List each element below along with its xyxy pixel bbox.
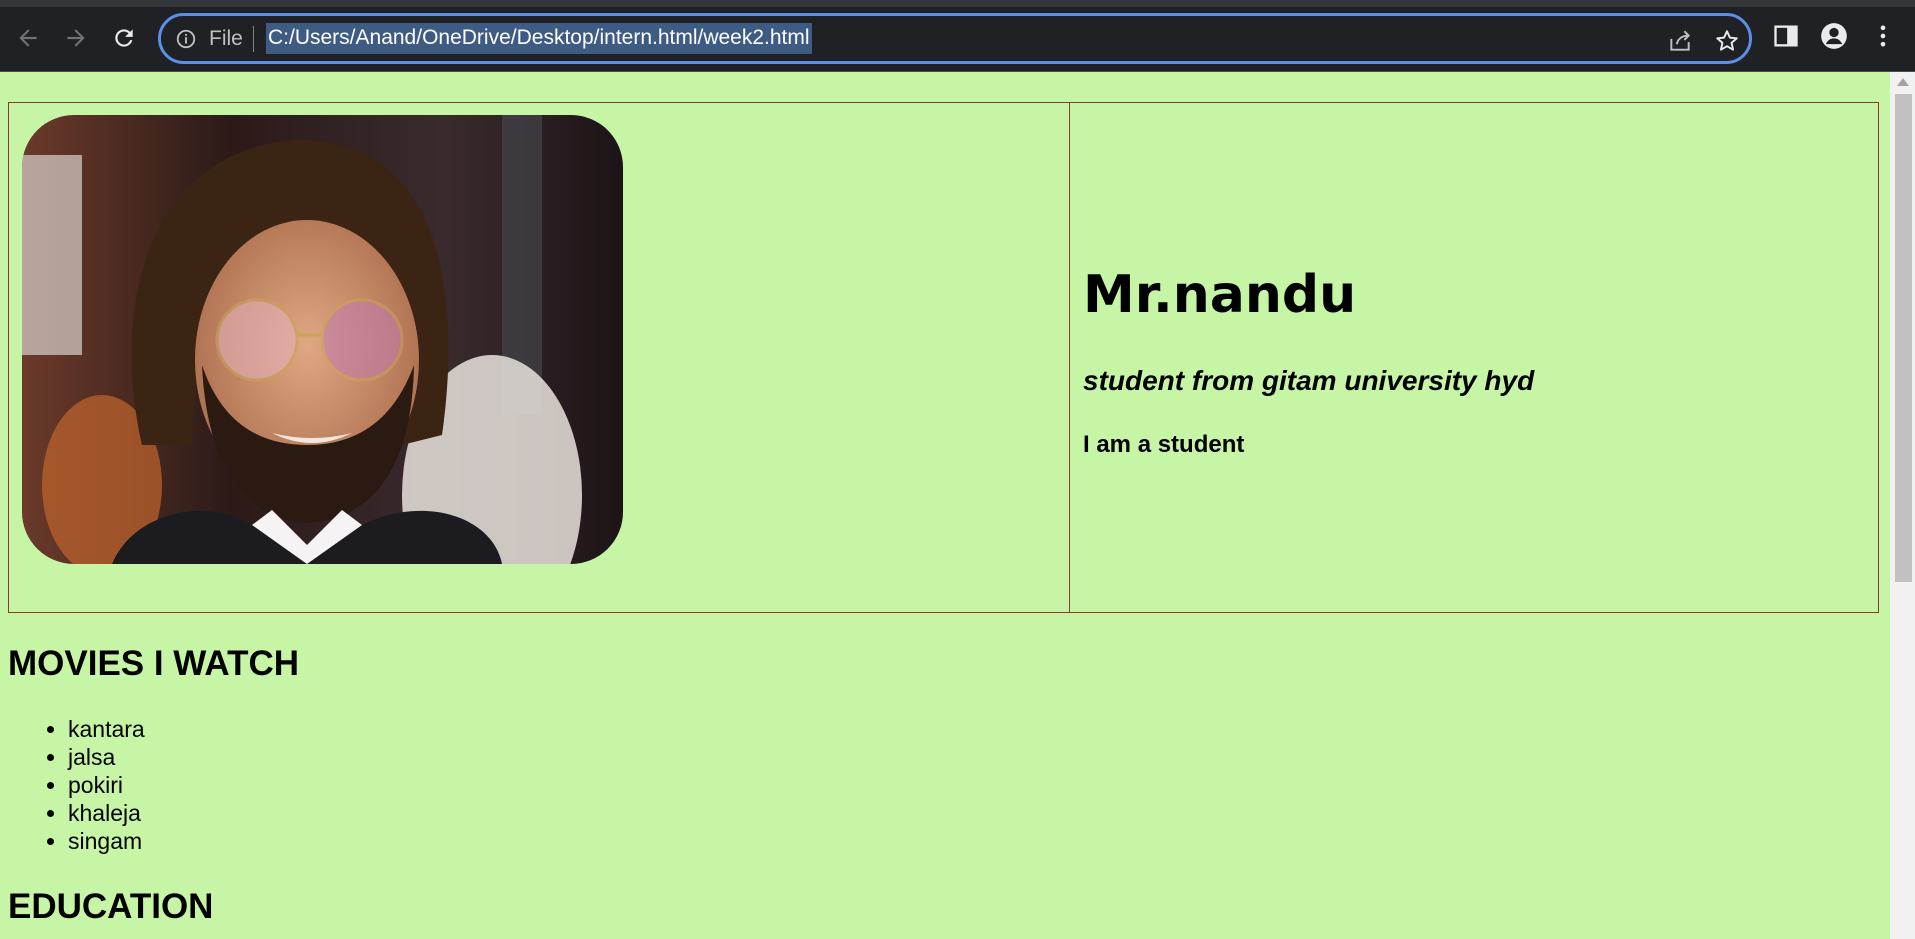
movies-list: kantara jalsa pokiri khaleja singam xyxy=(68,715,145,855)
profile-name: Mr.nandu xyxy=(1083,265,1357,325)
photo-cell xyxy=(9,103,1070,612)
more-menu-icon[interactable] xyxy=(1869,22,1897,50)
page-content: Mr.nandu student from gitam university h… xyxy=(0,72,1890,939)
arrow-right-icon xyxy=(67,29,85,47)
file-scheme-label: File xyxy=(209,27,243,50)
scroll-up-icon[interactable] xyxy=(1897,78,1909,86)
list-item: kantara xyxy=(68,715,145,743)
url-text[interactable]: C:/Users/Anand/OneDrive/Desktop/intern.h… xyxy=(266,23,812,54)
vertical-scrollbar[interactable] xyxy=(1890,72,1915,939)
scroll-thumb[interactable] xyxy=(1895,94,1912,582)
profile-avatar-icon[interactable] xyxy=(1820,22,1848,50)
reload-button[interactable] xyxy=(106,20,142,56)
arrow-left-icon xyxy=(19,29,37,47)
list-item: jalsa xyxy=(68,743,145,771)
info-cell: Mr.nandu student from gitam university h… xyxy=(1071,103,1878,612)
movies-heading: MOVIES I WATCH xyxy=(8,644,300,683)
side-panel-icon[interactable] xyxy=(1772,22,1800,50)
list-item: pokiri xyxy=(68,771,145,799)
reload-icon xyxy=(115,29,133,47)
back-button[interactable] xyxy=(10,20,46,56)
education-heading: EDUCATION xyxy=(8,887,214,926)
omnibox-divider xyxy=(253,26,254,52)
star-icon[interactable] xyxy=(1714,28,1740,54)
profile-table: Mr.nandu student from gitam university h… xyxy=(8,102,1879,613)
info-icon[interactable] xyxy=(175,28,197,50)
browser-toolbar: File C:/Users/Anand/OneDrive/Desktop/int… xyxy=(0,0,1915,72)
address-bar[interactable]: File C:/Users/Anand/OneDrive/Desktop/int… xyxy=(158,13,1752,64)
share-icon[interactable] xyxy=(1667,28,1693,54)
profile-photo-image xyxy=(22,115,623,564)
profile-photo xyxy=(22,115,623,564)
list-item: khaleja xyxy=(68,799,145,827)
profile-bio: I am a student xyxy=(1083,431,1245,458)
list-item: singam xyxy=(68,827,145,855)
profile-tagline: student from gitam university hyd xyxy=(1083,365,1535,396)
forward-button[interactable] xyxy=(58,20,94,56)
